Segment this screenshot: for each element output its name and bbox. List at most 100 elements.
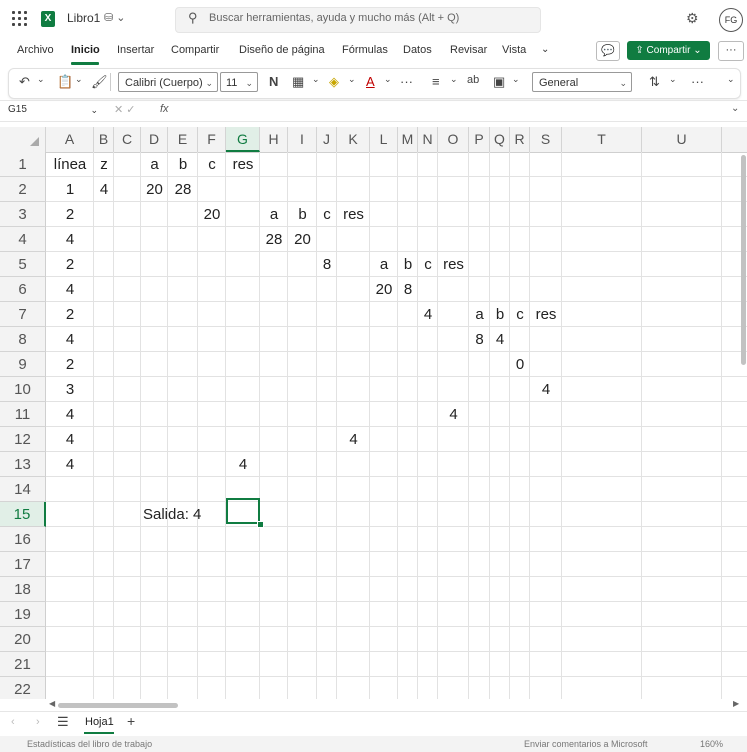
tab-diseno-pagina[interactable]: Diseño de página [239,44,325,56]
row-header-10[interactable]: 10 [0,377,46,402]
font-color-dropdown-icon[interactable]: ⌄ [384,74,392,85]
row-header-7[interactable]: 7 [0,302,46,327]
column-header-p[interactable]: P [469,127,490,152]
cell-h3[interactable]: a [262,202,286,227]
cell-a6[interactable]: 4 [46,277,94,302]
fill-handle[interactable] [257,521,264,528]
cell-n7[interactable]: 4 [418,302,438,327]
cell-k12[interactable]: 4 [337,427,370,452]
settings-gear-icon[interactable]: ⚙ [686,10,699,27]
user-avatar[interactable]: FG [719,8,743,32]
cell-o5[interactable]: res [440,252,467,277]
scroll-left-icon[interactable]: ◀ [49,699,55,708]
tab-formulas[interactable]: Fórmulas [342,44,388,56]
row-header-22[interactable]: 22 [0,677,46,699]
column-header-g[interactable]: G [226,127,260,152]
ribbon-expand-chevron-icon[interactable]: ⌄ [727,74,735,85]
column-header-c[interactable]: C [114,127,141,152]
column-header-q[interactable]: Q [490,127,510,152]
more-options-button[interactable]: ··· [718,41,744,61]
number-format-select[interactable]: General ⌄ [532,72,632,92]
bold-button[interactable]: N [269,74,278,89]
formula-input[interactable] [176,103,716,117]
cell-e2[interactable]: 28 [168,177,198,202]
add-sheet-icon[interactable]: + [127,713,135,729]
sort-filter-dropdown-icon[interactable]: ⌄ [669,74,677,85]
cell-a13[interactable]: 4 [46,452,94,477]
selected-cell[interactable] [226,498,260,524]
tab-revisar[interactable]: Revisar [450,44,487,56]
column-header-k[interactable]: K [337,127,370,152]
cell-b1[interactable]: z [96,152,112,177]
cell-r9[interactable]: 0 [510,352,530,377]
zoom-level[interactable]: 160% [700,739,723,749]
column-header-n[interactable]: N [418,127,438,152]
row-header-2[interactable]: 2 [0,177,46,202]
align-icon[interactable]: ≡ [432,74,440,89]
column-header-o[interactable]: O [438,127,469,152]
sheet-tab-hoja1[interactable]: Hoja1 [85,716,114,728]
search-placeholder[interactable]: Buscar herramientas, ayuda y mucho más (… [209,12,459,24]
tab-inicio[interactable]: Inicio [71,44,100,56]
paste-dropdown-icon[interactable]: ⌄ [75,74,83,85]
row-header-4[interactable]: 4 [0,227,46,252]
tab-archivo[interactable]: Archivo [17,44,54,56]
cell-a8[interactable]: 4 [46,327,94,352]
cell-i3[interactable]: b [290,202,315,227]
cell-a5[interactable]: 2 [46,252,94,277]
cell-a7[interactable]: 2 [46,302,94,327]
column-header-s[interactable]: S [530,127,562,152]
cell-q8[interactable]: 4 [490,327,510,352]
row-header-13[interactable]: 13 [0,452,46,477]
row-header-16[interactable]: 16 [0,527,46,552]
cell-f1[interactable]: c [200,152,224,177]
column-header-f[interactable]: F [198,127,226,152]
app-launcher-icon[interactable] [12,11,28,27]
cell-a12[interactable]: 4 [46,427,94,452]
row-header-12[interactable]: 12 [0,427,46,452]
document-status-icon[interactable]: ⛁ ⌄ [104,11,126,24]
borders-icon[interactable]: ▦ [292,74,304,90]
cell-b2[interactable]: 4 [94,177,114,202]
merge-dropdown-icon[interactable]: ⌄ [512,74,520,85]
cell-r7[interactable]: c [512,302,528,327]
cell-d1[interactable]: a [143,152,166,177]
cell-i4[interactable]: 20 [288,227,317,252]
cell-a10[interactable]: 3 [46,377,94,402]
column-header-b[interactable]: B [94,127,114,152]
cell-d2[interactable]: 20 [141,177,168,202]
row-header-5[interactable]: 5 [0,252,46,277]
cell-a9[interactable]: 2 [46,352,94,377]
cell-s7[interactable]: res [532,302,560,327]
scroll-right-icon[interactable]: ▶ [733,699,739,708]
row-header-3[interactable]: 3 [0,202,46,227]
column-header-i[interactable]: I [288,127,317,152]
borders-dropdown-icon[interactable]: ⌄ [312,74,320,85]
font-size-select[interactable]: 11 ⌄ [220,72,258,92]
tab-compartir[interactable]: Compartir [171,44,219,56]
tab-vista[interactable]: Vista [502,44,526,56]
cell-o11[interactable]: 4 [438,402,469,427]
cell-p7[interactable]: a [471,302,488,327]
cell-a4[interactable]: 4 [46,227,94,252]
row-header-18[interactable]: 18 [0,577,46,602]
column-header-e[interactable]: E [168,127,198,152]
name-box[interactable]: G15 ⌄ [5,102,101,118]
horizontal-scrollbar[interactable] [58,703,178,708]
feedback-link[interactable]: Enviar comentarios a Microsoft [524,739,648,749]
next-sheet-icon[interactable]: › [36,716,40,728]
tab-datos[interactable]: Datos [403,44,432,56]
vertical-scrollbar[interactable] [741,155,746,365]
cell-j5[interactable]: 8 [317,252,337,277]
share-button[interactable]: ⇪ Compartir ⌄ [627,41,710,60]
format-painter-icon[interactable]: 🖌 [91,74,108,90]
all-sheets-icon[interactable]: ☰ [57,714,69,730]
fill-color-dropdown-icon[interactable]: ⌄ [348,74,356,85]
more-tabs-chevron-icon[interactable]: ⌄ [541,44,549,55]
column-header-t[interactable]: T [562,127,642,152]
fill-color-icon[interactable]: ◈ [329,74,339,90]
cell-g13[interactable]: 4 [226,452,260,477]
cell-d15[interactable]: Salida: 4 [143,502,201,527]
cell-h4[interactable]: 28 [260,227,288,252]
cell-m5[interactable]: b [400,252,416,277]
